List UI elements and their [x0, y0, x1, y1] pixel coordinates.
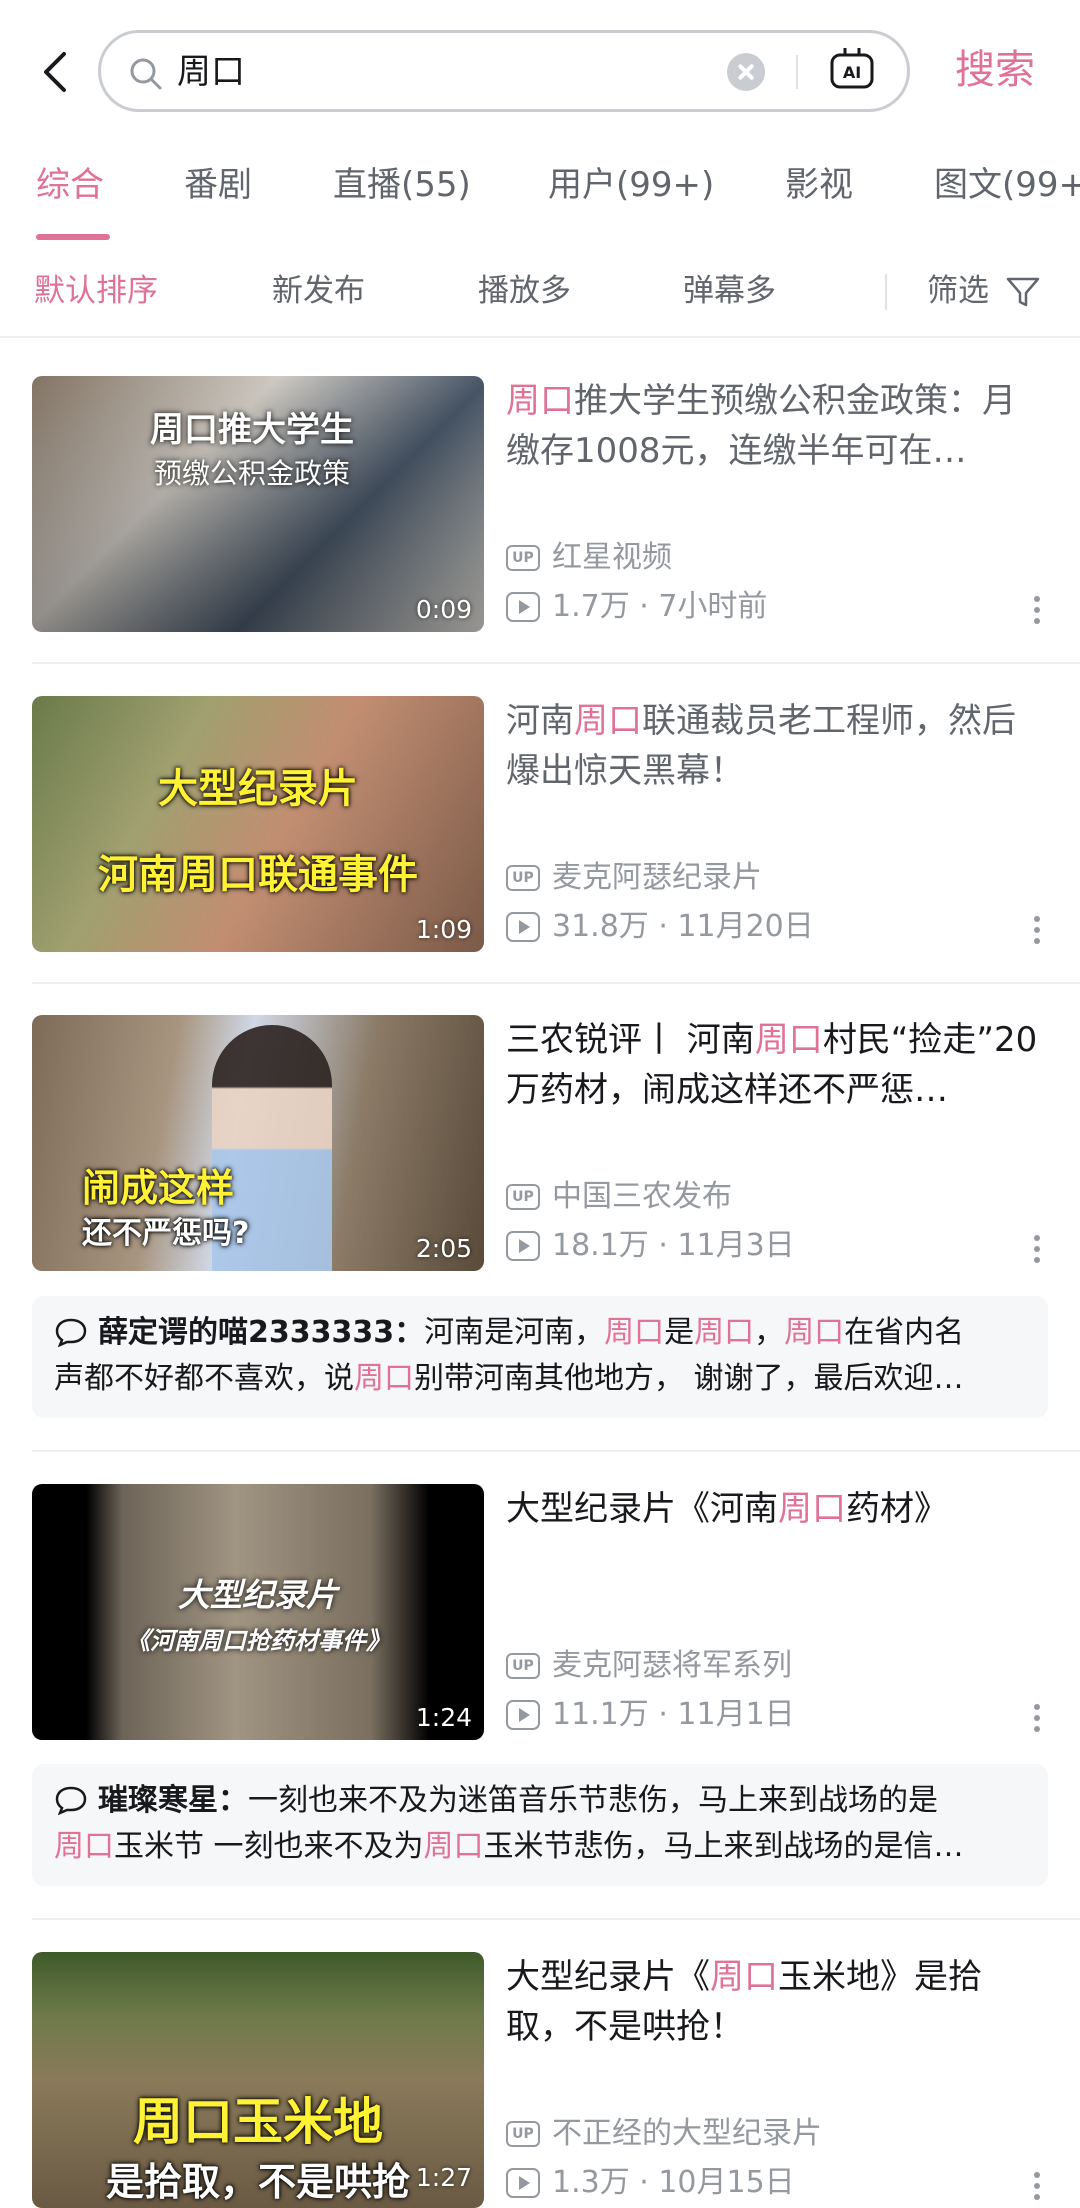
- video-duration: 2:05: [415, 1234, 472, 1263]
- more-options-icon[interactable]: [1033, 2172, 1041, 2206]
- video-author[interactable]: UP 中国三农发布: [506, 1177, 732, 1217]
- thumbnail-caption: 大型纪录片 《河南周口抢药材事件》: [126, 1576, 390, 1655]
- video-duration: 1:24: [415, 1703, 472, 1732]
- sort-divider: [885, 274, 887, 310]
- sort-most-danmaku[interactable]: 弹幕多: [683, 268, 776, 314]
- more-options-icon[interactable]: [1033, 1704, 1041, 1738]
- video-thumbnail[interactable]: 闹成这样 还不严惩吗? 2:05: [32, 1015, 484, 1271]
- tab-all[interactable]: 综合: [36, 160, 104, 210]
- more-options-icon[interactable]: [1033, 916, 1041, 950]
- thumbnail-caption: 周口推大学生 预缴公积金政策: [150, 410, 354, 490]
- video-stats: 31.8万 · 11月20日: [506, 907, 814, 947]
- play-count-icon: [506, 1700, 540, 1730]
- up-badge-icon: UP: [506, 2121, 540, 2147]
- divider: [32, 662, 1080, 664]
- sort-default[interactable]: 默认排序: [34, 268, 158, 314]
- video-title[interactable]: 大型纪录片《河南周口药材》: [506, 1484, 1046, 1534]
- video-duration: 1:27: [415, 2163, 472, 2192]
- divider: [32, 1450, 1080, 1452]
- search-button[interactable]: 搜索: [955, 42, 1035, 98]
- up-badge-icon: UP: [506, 545, 540, 571]
- sort-newest[interactable]: 新发布: [272, 268, 365, 314]
- tab-articles[interactable]: 图文(99+: [934, 160, 1080, 210]
- play-count-icon: [506, 2168, 540, 2198]
- video-item[interactable]: 大型纪录片 《河南周口抢药材事件》 1:24 大型纪录片《河南周口药材》 UP …: [0, 1484, 1080, 1740]
- search-divider: [796, 55, 798, 89]
- comment-user: 璀璨寒星：: [98, 1783, 248, 1818]
- comment-user: 薛定谔的喵2333333：: [98, 1315, 425, 1350]
- video-author[interactable]: UP 麦克阿瑟纪录片: [506, 858, 762, 898]
- filter-button[interactable]: 筛选: [927, 268, 989, 314]
- sort-most-played[interactable]: 播放多: [478, 268, 571, 314]
- back-arrow-icon[interactable]: [36, 48, 76, 96]
- hot-comment[interactable]: 璀璨寒星：一刻也来不及为迷笛音乐节悲伤，马上来到战场的是 周口玉米节 一刻也来不…: [32, 1764, 1048, 1886]
- play-count-icon: [506, 592, 540, 622]
- video-author[interactable]: UP 麦克阿瑟将军系列: [506, 1646, 792, 1686]
- search-query[interactable]: 周口: [177, 47, 245, 97]
- video-stats: 1.7万 · 7小时前: [506, 587, 767, 627]
- play-count-icon: [506, 1231, 540, 1261]
- video-title[interactable]: 周口推大学生预缴公积金政策：月缴存1008元，连缴半年可在…: [506, 376, 1046, 476]
- video-duration: 0:09: [415, 595, 472, 624]
- thumbnail-caption: 大型纪录片 河南周口联通事件: [98, 766, 418, 898]
- video-stats: 1.3万 · 10月15日: [506, 2163, 795, 2203]
- up-badge-icon: UP: [506, 1653, 540, 1679]
- category-tabs: 综合 番剧 直播(55) 用户(99+) 影视 图文(99+: [0, 150, 1080, 242]
- video-duration: 1:09: [415, 915, 472, 944]
- up-badge-icon: UP: [506, 865, 540, 891]
- video-thumbnail[interactable]: 周口玉米地 是拾取，不是哄抢 1:27: [32, 1952, 484, 2208]
- sort-bar: 默认排序 新发布 播放多 弹幕多 筛选: [0, 256, 1080, 338]
- tab-live[interactable]: 直播(55): [333, 160, 471, 210]
- clear-icon[interactable]: [727, 53, 765, 91]
- comment-icon: [55, 1786, 87, 1815]
- search-icon: [130, 58, 162, 90]
- video-item[interactable]: 闹成这样 还不严惩吗? 2:05 三农锐评丨 河南周口村民“捡走”20万药材，闹…: [0, 1015, 1080, 1271]
- play-count-icon: [506, 912, 540, 942]
- video-item[interactable]: 大型纪录片 河南周口联通事件 1:09 河南周口联通裁员老工程师，然后爆出惊天黑…: [0, 696, 1080, 952]
- video-thumbnail[interactable]: 周口推大学生 预缴公积金政策 0:09: [32, 376, 484, 632]
- video-author[interactable]: UP 不正经的大型纪录片: [506, 2114, 822, 2154]
- hot-comment[interactable]: 薛定谔的喵2333333：河南是河南，周口是周口，周口在省内名 声都不好都不喜欢…: [32, 1296, 1048, 1418]
- ai-assistant-icon[interactable]: AI: [829, 45, 875, 93]
- video-stats: 18.1万 · 11月3日: [506, 1226, 795, 1266]
- filter-icon[interactable]: [1005, 274, 1041, 310]
- video-author[interactable]: UP 红星视频: [506, 538, 672, 578]
- tab-users[interactable]: 用户(99+): [548, 160, 714, 210]
- tab-bangumi[interactable]: 番剧: [184, 160, 252, 210]
- up-badge-icon: UP: [506, 1184, 540, 1210]
- search-header: 周口 AI 搜索: [0, 0, 1080, 140]
- active-tab-indicator: [36, 234, 110, 240]
- video-title[interactable]: 河南周口联通裁员老工程师，然后爆出惊天黑幕！: [506, 696, 1046, 796]
- divider: [32, 1918, 1080, 1920]
- svg-text:AI: AI: [843, 63, 861, 82]
- video-stats: 11.1万 · 11月1日: [506, 1695, 795, 1735]
- video-title[interactable]: 大型纪录片《周口玉米地》是拾取，不是哄抢！: [506, 1952, 1046, 2052]
- search-input[interactable]: 周口 AI: [98, 30, 910, 112]
- video-thumbnail[interactable]: 大型纪录片 河南周口联通事件 1:09: [32, 696, 484, 952]
- divider: [32, 982, 1080, 984]
- video-item[interactable]: 周口推大学生 预缴公积金政策 0:09 周口推大学生预缴公积金政策：月缴存100…: [0, 376, 1080, 632]
- video-title[interactable]: 三农锐评丨 河南周口村民“捡走”20万药材，闹成这样还不严惩…: [506, 1015, 1046, 1115]
- thumbnail-caption: 闹成这样 还不严惩吗?: [82, 1166, 250, 1251]
- tab-film[interactable]: 影视: [785, 160, 853, 210]
- video-thumbnail[interactable]: 大型纪录片 《河南周口抢药材事件》 1:24: [32, 1484, 484, 1740]
- comment-icon: [55, 1318, 87, 1347]
- more-options-icon[interactable]: [1033, 596, 1041, 630]
- video-item[interactable]: 周口玉米地 是拾取，不是哄抢 1:27 大型纪录片《周口玉米地》是拾取，不是哄抢…: [0, 1952, 1080, 2208]
- more-options-icon[interactable]: [1033, 1235, 1041, 1269]
